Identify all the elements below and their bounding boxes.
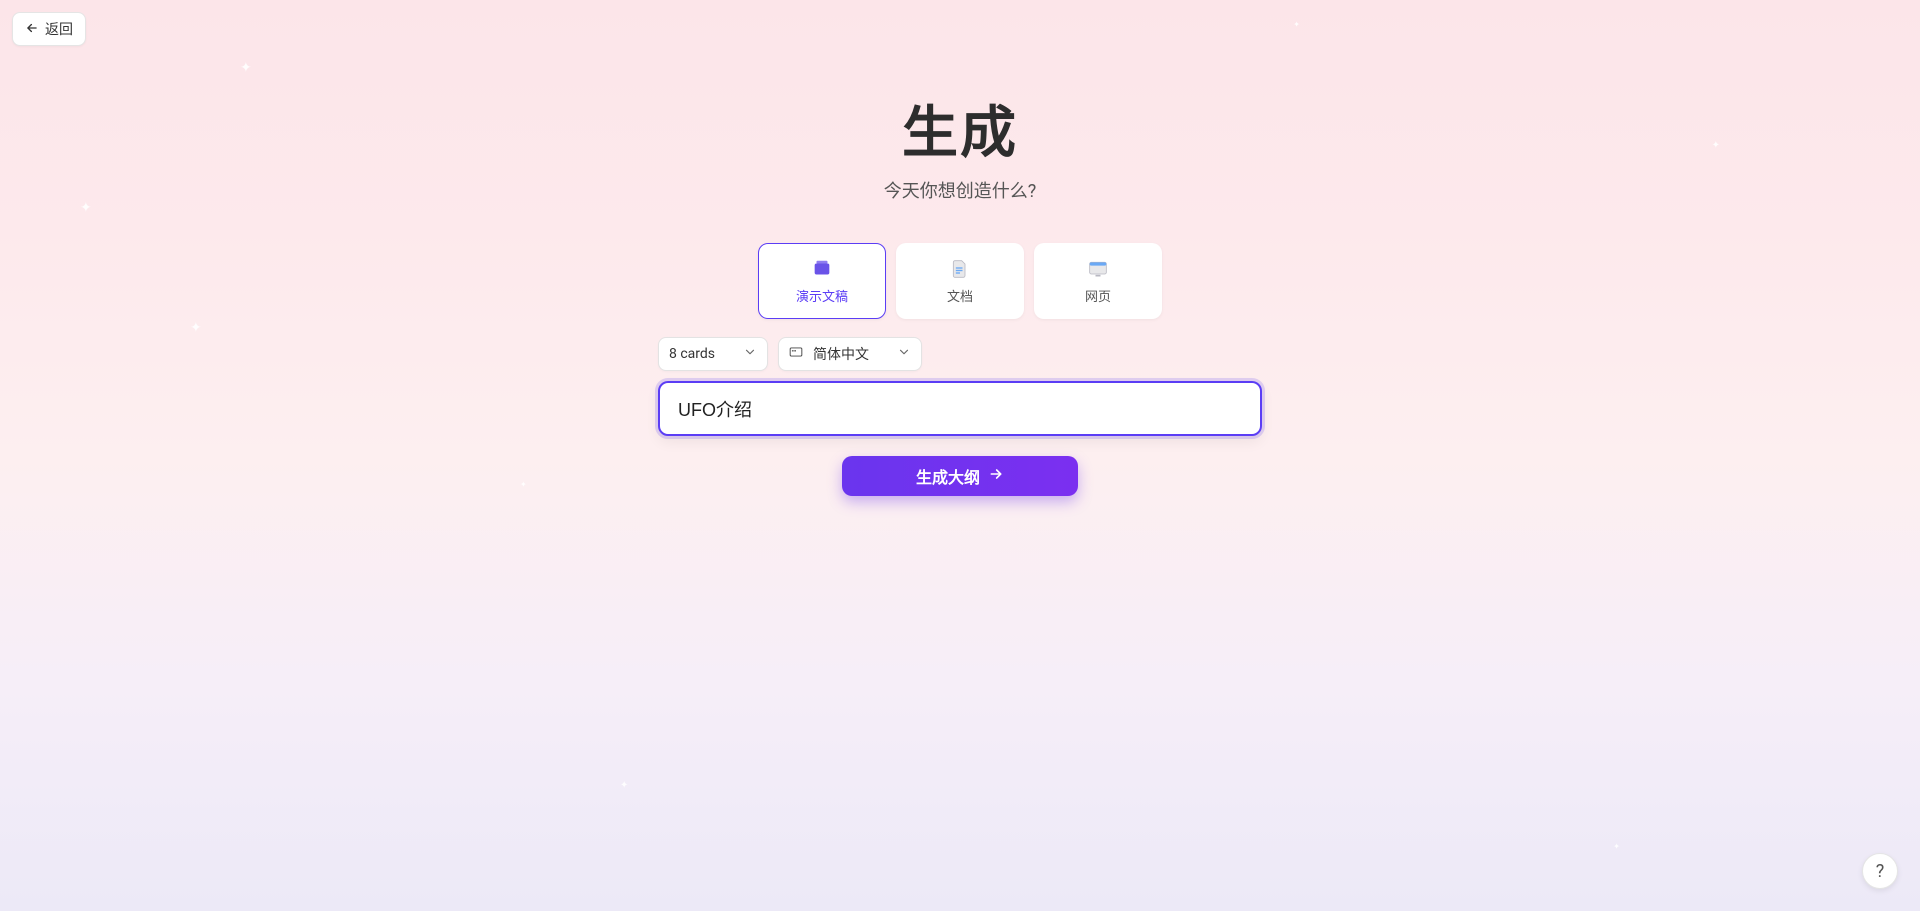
generate-outline-button[interactable]: 生成大纲 [842, 456, 1078, 496]
arrow-right-icon [988, 466, 1004, 487]
help-button[interactable]: ? [1862, 853, 1898, 889]
chevron-down-icon [743, 345, 757, 363]
help-icon: ? [1876, 861, 1885, 882]
type-presentation[interactable]: 演示文稿 [758, 243, 886, 319]
language-select[interactable]: 简体中文 [778, 337, 922, 371]
language-icon [789, 345, 803, 363]
type-document-label: 文档 [947, 286, 973, 305]
page-subtitle: 今天你想创造什么? [884, 177, 1037, 203]
presentation-icon [810, 258, 834, 280]
type-document[interactable]: 文档 [896, 243, 1024, 319]
generate-label: 生成大纲 [916, 464, 980, 488]
type-selector: 演示文稿 文档 网页 [758, 243, 1162, 319]
cards-select-value: 8 cards [669, 346, 715, 362]
arrow-left-icon [25, 21, 39, 38]
type-webpage[interactable]: 网页 [1034, 243, 1162, 319]
type-webpage-label: 网页 [1085, 286, 1111, 305]
document-icon [948, 258, 972, 280]
back-label: 返回 [45, 19, 73, 39]
type-presentation-label: 演示文稿 [796, 286, 848, 305]
webpage-icon [1086, 258, 1110, 280]
prompt-container [658, 381, 1262, 436]
language-select-value: 简体中文 [813, 344, 869, 364]
chevron-down-icon [897, 345, 911, 363]
back-button[interactable]: 返回 [12, 12, 86, 46]
prompt-input[interactable] [676, 397, 1244, 420]
page-title: 生成 [902, 88, 1018, 169]
cards-select[interactable]: 8 cards [658, 337, 768, 371]
